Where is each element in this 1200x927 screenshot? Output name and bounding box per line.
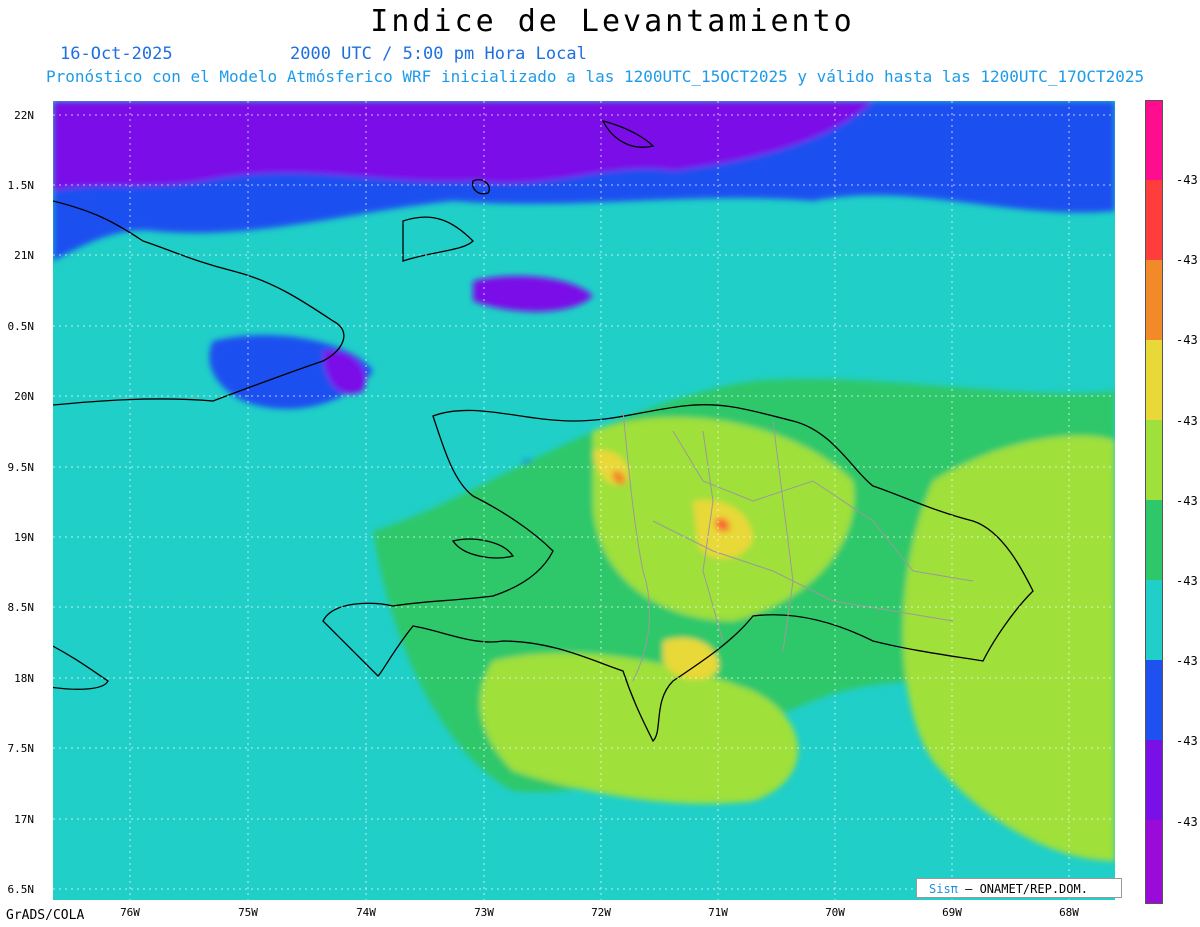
map-title: Indice de Levantamiento bbox=[370, 4, 855, 39]
colorbar-label-43-1: -43.1 bbox=[1176, 253, 1200, 267]
y-label-16-5n: 6.5N bbox=[7, 883, 35, 896]
sis-logo-text: Sisπ bbox=[929, 882, 958, 896]
y-label-18n: 18N bbox=[14, 672, 34, 685]
y-label-21-5n: 1.5N bbox=[7, 179, 35, 192]
x-label-74w: 74W bbox=[356, 906, 376, 919]
colorbar-label-43-4: -43.4 bbox=[1176, 494, 1200, 508]
colorbar-seg-9 bbox=[1146, 820, 1162, 903]
x-label-68w: 68W bbox=[1059, 906, 1079, 919]
colorbar-seg-7 bbox=[1146, 660, 1162, 740]
credit-org: – ONAMET/REP.DOM. bbox=[957, 882, 1088, 896]
forecast-description: Pronóstico con el Modelo Atmósferico WRF… bbox=[46, 67, 1145, 86]
colorbar-label-43-2: -43.2 bbox=[1176, 333, 1200, 347]
colorbar-label-43-6: -43.6 bbox=[1176, 654, 1200, 668]
colorbar-label-43-7: -43.7 bbox=[1176, 734, 1200, 748]
y-label-19-5n: 9.5N bbox=[7, 461, 35, 474]
colorbar-seg-4 bbox=[1146, 420, 1162, 500]
lifted-index-map bbox=[53, 101, 1115, 900]
y-label-17-5n: 7.5N bbox=[7, 742, 35, 755]
y-label-20n: 20N bbox=[14, 390, 34, 403]
colorbar-seg-0 bbox=[1146, 101, 1162, 180]
x-label-72w: 72W bbox=[591, 906, 611, 919]
map-canvas bbox=[53, 101, 1115, 900]
colorbar-seg-8 bbox=[1146, 740, 1162, 820]
x-label-73w: 73W bbox=[474, 906, 494, 919]
grads-footer: GrADS/COLA bbox=[6, 908, 85, 923]
colorbar-seg-5 bbox=[1146, 500, 1162, 580]
x-label-70w: 70W bbox=[825, 906, 845, 919]
colorbar-seg-3 bbox=[1146, 340, 1162, 420]
y-label-20-5n: 0.5N bbox=[7, 320, 35, 333]
colorbar-seg-1 bbox=[1146, 180, 1162, 260]
y-label-18-5n: 8.5N bbox=[7, 601, 35, 614]
colorbar-label-43: -43 bbox=[1176, 173, 1198, 187]
colorbar-label-43-3: -43.3 bbox=[1176, 414, 1200, 428]
y-label-22n: 22N bbox=[14, 109, 34, 122]
x-label-71w: 71W bbox=[708, 906, 728, 919]
time-label: 2000 UTC / 5:00 pm Hora Local bbox=[290, 44, 587, 64]
colorbar-label-43-8: -43.8 bbox=[1176, 815, 1200, 829]
x-label-75w: 75W bbox=[238, 906, 258, 919]
colorbar bbox=[1145, 100, 1163, 904]
colorbar-label-43-5: -43.5 bbox=[1176, 574, 1200, 588]
date-label: 16-Oct-2025 bbox=[60, 44, 173, 64]
y-label-19n: 19N bbox=[14, 531, 34, 544]
x-label-69w: 69W bbox=[942, 906, 962, 919]
y-label-21n: 21N bbox=[14, 249, 34, 262]
colorbar-seg-6 bbox=[1146, 580, 1162, 660]
credit-box: Sisπ – ONAMET/REP.DOM. bbox=[916, 878, 1122, 898]
x-label-76w: 76W bbox=[120, 906, 140, 919]
colorbar-seg-2 bbox=[1146, 260, 1162, 340]
y-label-17n: 17N bbox=[14, 813, 34, 826]
